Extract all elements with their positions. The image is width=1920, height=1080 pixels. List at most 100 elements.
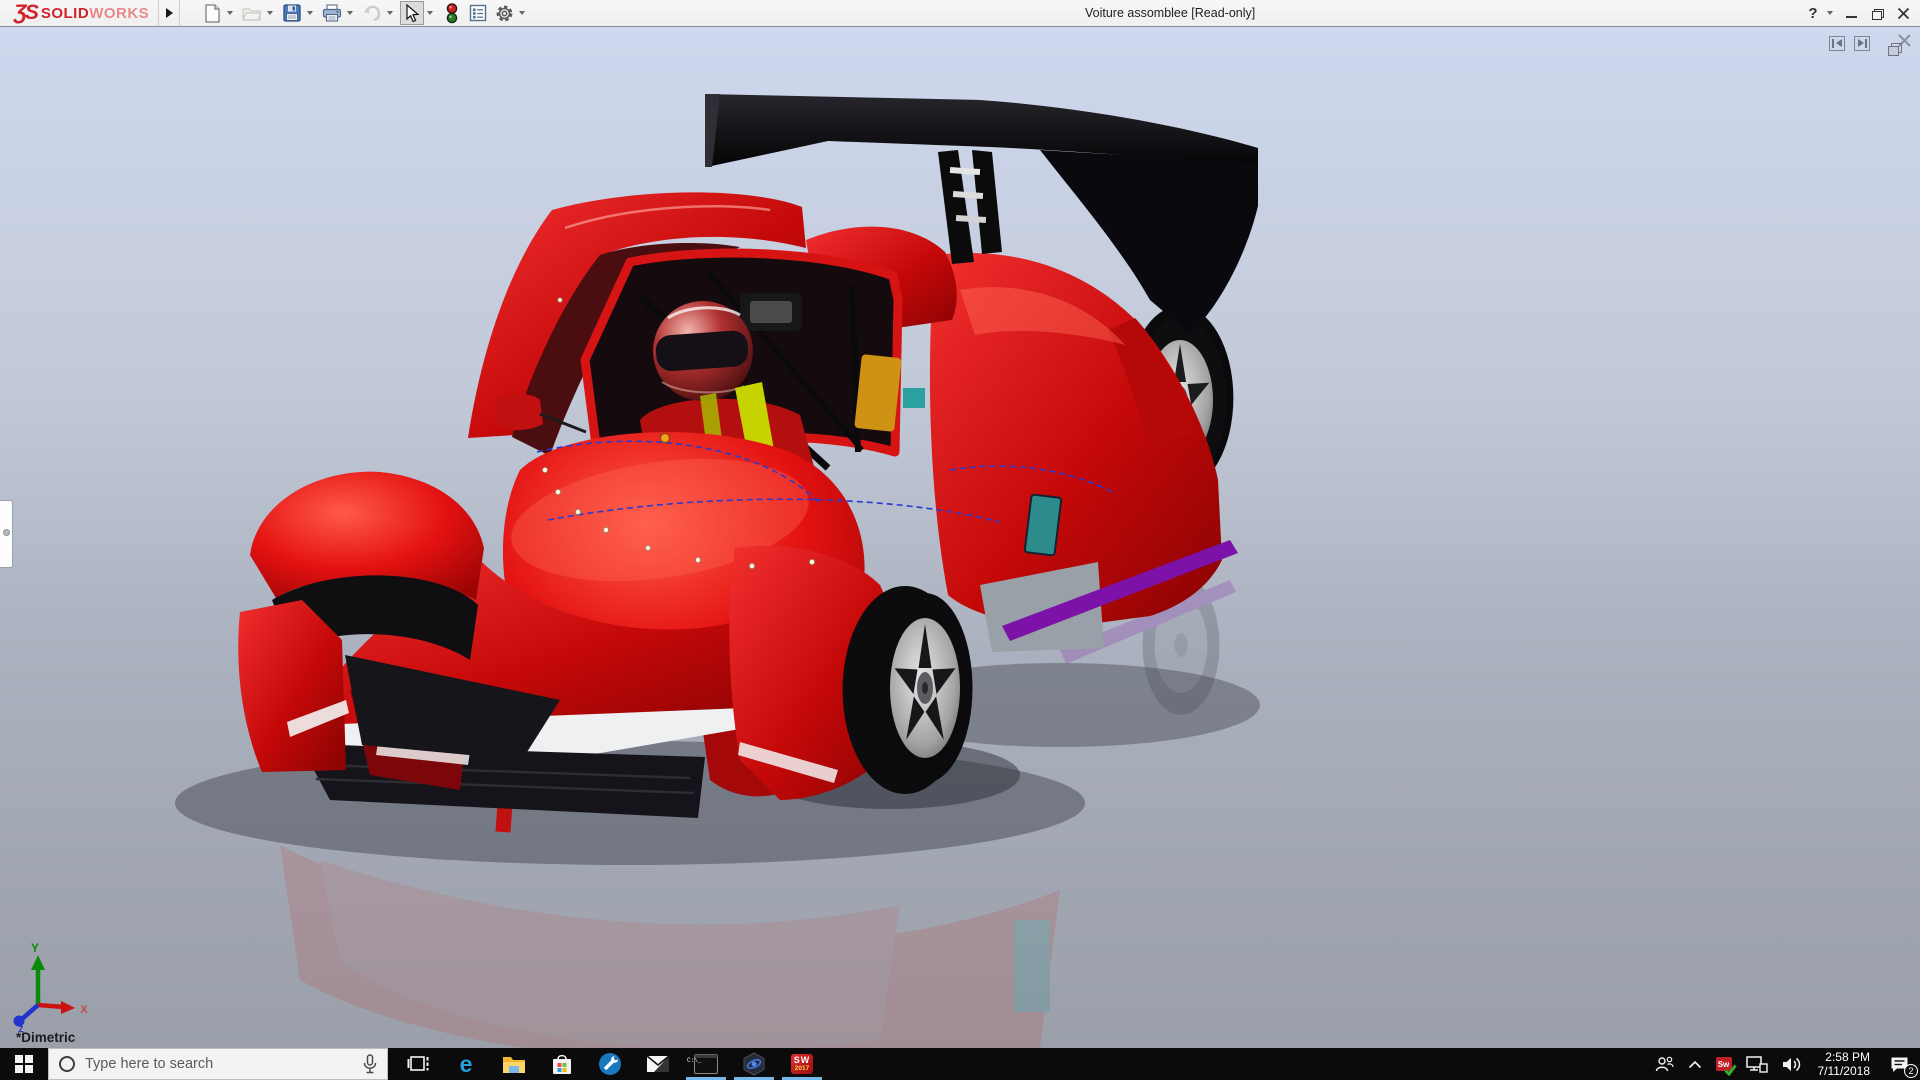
restore-button[interactable] bbox=[1864, 1, 1890, 25]
file-properties-button[interactable] bbox=[466, 1, 490, 25]
command-prompt-button[interactable]: C:\_ bbox=[682, 1048, 730, 1080]
sw-year: 2017 bbox=[794, 1065, 810, 1072]
play-arrow-icon bbox=[165, 8, 173, 18]
sw-letters: SW bbox=[793, 1055, 811, 1065]
feature-panel-tab[interactable] bbox=[0, 500, 13, 568]
minimize-button[interactable] bbox=[1838, 1, 1864, 25]
close-icon bbox=[1897, 7, 1909, 19]
open-dropdown[interactable] bbox=[267, 11, 273, 15]
3d-app-button[interactable] bbox=[730, 1048, 778, 1080]
window-controls: ? bbox=[1800, 0, 1916, 26]
notification-badge: 2 bbox=[1904, 1064, 1918, 1078]
bar-icon bbox=[1865, 38, 1867, 48]
edge-icon: e bbox=[459, 1050, 473, 1077]
wrench-circle-icon bbox=[599, 1053, 621, 1075]
new-document-button[interactable] bbox=[200, 1, 224, 25]
chevron-up-icon bbox=[1688, 1060, 1701, 1068]
solidworks-2017-icon: SW 2017 bbox=[791, 1054, 813, 1074]
print-dropdown[interactable] bbox=[347, 11, 353, 15]
next-view-button[interactable] bbox=[1854, 35, 1870, 51]
people-icon bbox=[1655, 1056, 1674, 1072]
options-button[interactable] bbox=[492, 1, 516, 25]
settings-tool-button[interactable] bbox=[586, 1048, 634, 1080]
print-button[interactable] bbox=[320, 1, 344, 25]
clock-date: 7/11/2018 bbox=[1817, 1064, 1871, 1078]
windows-logo-icon bbox=[15, 1055, 33, 1073]
taskbar-search[interactable]: Type here to search bbox=[48, 1048, 388, 1080]
panel-handle-dot bbox=[3, 529, 10, 536]
search-placeholder-text: Type here to search bbox=[85, 1056, 214, 1072]
undo-arrow-icon bbox=[364, 5, 381, 21]
undo-button[interactable] bbox=[360, 1, 384, 25]
close-button[interactable] bbox=[1890, 1, 1916, 25]
microsoft-store-button[interactable] bbox=[538, 1048, 586, 1080]
help-button[interactable]: ? bbox=[1800, 1, 1826, 25]
help-icon: ? bbox=[1808, 4, 1818, 22]
quick-access-toolbar bbox=[200, 0, 530, 26]
minimize-icon bbox=[1845, 16, 1857, 18]
title-bar: ƷS SOLID WORKS Voiture assomblee [Read-o… bbox=[0, 0, 1920, 27]
help-dropdown[interactable] bbox=[1827, 11, 1833, 15]
view-orientation-label: *Dimetric bbox=[16, 1030, 76, 1045]
select-cursor-icon bbox=[405, 3, 419, 22]
speaker-icon bbox=[1782, 1057, 1800, 1071]
triad-y-label: Y bbox=[31, 941, 39, 955]
car-model-render bbox=[175, 94, 1260, 1048]
print-icon bbox=[322, 4, 342, 22]
windows-taskbar: Type here to search e C:\_ SW 2017 Sw 2:… bbox=[0, 1048, 1920, 1080]
file-explorer-button[interactable] bbox=[490, 1048, 538, 1080]
graphics-area[interactable]: Y X Z *Dimetric bbox=[0, 27, 1920, 1048]
start-button[interactable] bbox=[0, 1048, 48, 1080]
microphone-icon[interactable] bbox=[363, 1054, 377, 1074]
save-floppy-icon bbox=[283, 4, 301, 22]
mail-icon bbox=[646, 1055, 670, 1072]
task-view-icon bbox=[407, 1056, 429, 1071]
taskbar-apps: e C:\_ SW 2017 bbox=[394, 1048, 826, 1080]
front-wheel bbox=[877, 593, 973, 783]
volume-button[interactable] bbox=[1778, 1048, 1806, 1080]
people-button[interactable] bbox=[1650, 1048, 1678, 1080]
solidworks-logo-mark: ƷS bbox=[14, 1, 39, 24]
cortana-icon bbox=[59, 1056, 75, 1072]
stoplight-icon bbox=[446, 2, 458, 23]
solidworks-logo-text-light: WORKS bbox=[89, 4, 150, 22]
save-button[interactable] bbox=[280, 1, 304, 25]
open-folder-icon bbox=[242, 8, 262, 21]
microsoft-store-icon bbox=[553, 1054, 571, 1074]
tray-expand-button[interactable] bbox=[1684, 1048, 1706, 1080]
mail-button[interactable] bbox=[634, 1048, 682, 1080]
save-dropdown[interactable] bbox=[307, 11, 313, 15]
previous-view-button[interactable] bbox=[1829, 35, 1845, 51]
undo-dropdown[interactable] bbox=[387, 11, 393, 15]
solidworks-monitor-button[interactable]: Sw bbox=[1712, 1048, 1737, 1080]
document-window-controls bbox=[1829, 33, 1912, 53]
network-icon bbox=[1745, 1055, 1768, 1073]
rebuild-button[interactable] bbox=[440, 1, 464, 25]
system-tray: Sw 2:58 PM 7/11/2018 2 bbox=[1650, 1048, 1920, 1080]
taskbar-clock[interactable]: 2:58 PM 7/11/2018 bbox=[1812, 1050, 1877, 1078]
edge-button[interactable]: e bbox=[442, 1048, 490, 1080]
solidworks-logo-text-bold: SOLID bbox=[40, 4, 90, 22]
new-document-icon bbox=[204, 3, 220, 23]
solidworks-logo[interactable]: ƷS SOLID WORKS bbox=[14, 0, 149, 26]
gear-icon bbox=[496, 5, 512, 21]
options-dropdown[interactable] bbox=[519, 11, 525, 15]
solidworks-app-button[interactable]: SW 2017 bbox=[778, 1048, 826, 1080]
side-mirror bbox=[497, 393, 543, 431]
arrow-right-icon bbox=[1857, 39, 1864, 47]
hexagon-3d-icon bbox=[743, 1052, 765, 1076]
arrow-left-icon bbox=[1835, 39, 1842, 47]
prompt-text: C:\_ bbox=[687, 1057, 702, 1064]
restore-icon bbox=[1872, 8, 1884, 20]
green-check-icon bbox=[1723, 1064, 1737, 1076]
solidworks-window: ƷS SOLID WORKS Voiture assomblee [Read-o… bbox=[0, 0, 1920, 1080]
network-button[interactable] bbox=[1742, 1048, 1772, 1080]
menu-expand-button[interactable] bbox=[158, 0, 180, 26]
select-dropdown[interactable] bbox=[427, 11, 433, 15]
select-tool-button[interactable] bbox=[400, 1, 424, 25]
file-explorer-icon bbox=[503, 1056, 525, 1073]
new-document-dropdown[interactable] bbox=[227, 11, 233, 15]
open-button[interactable] bbox=[240, 1, 264, 25]
task-view-button[interactable] bbox=[394, 1048, 442, 1080]
action-center-button[interactable]: 2 bbox=[1882, 1048, 1918, 1080]
